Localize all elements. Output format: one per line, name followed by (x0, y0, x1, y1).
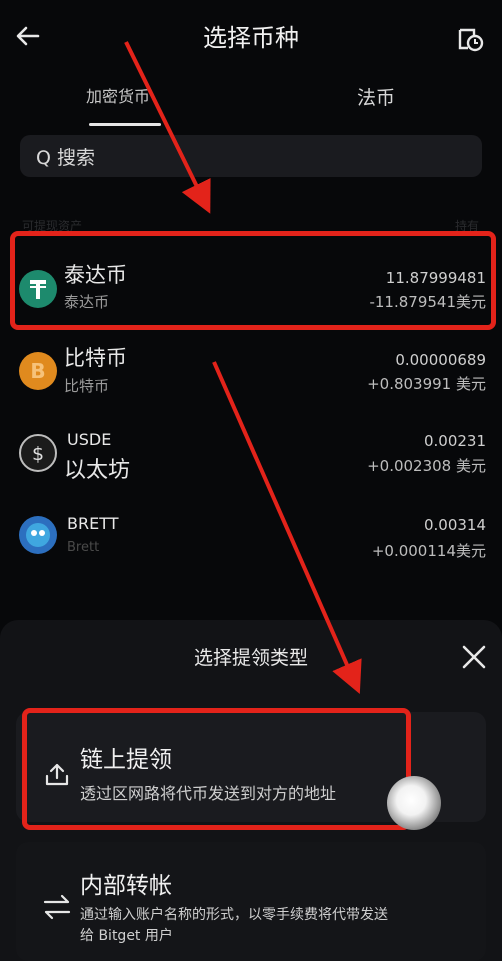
annotation-arrow (124, 41, 211, 214)
annotation-arrows (124, 41, 362, 694)
annotation-arrow (212, 361, 362, 694)
